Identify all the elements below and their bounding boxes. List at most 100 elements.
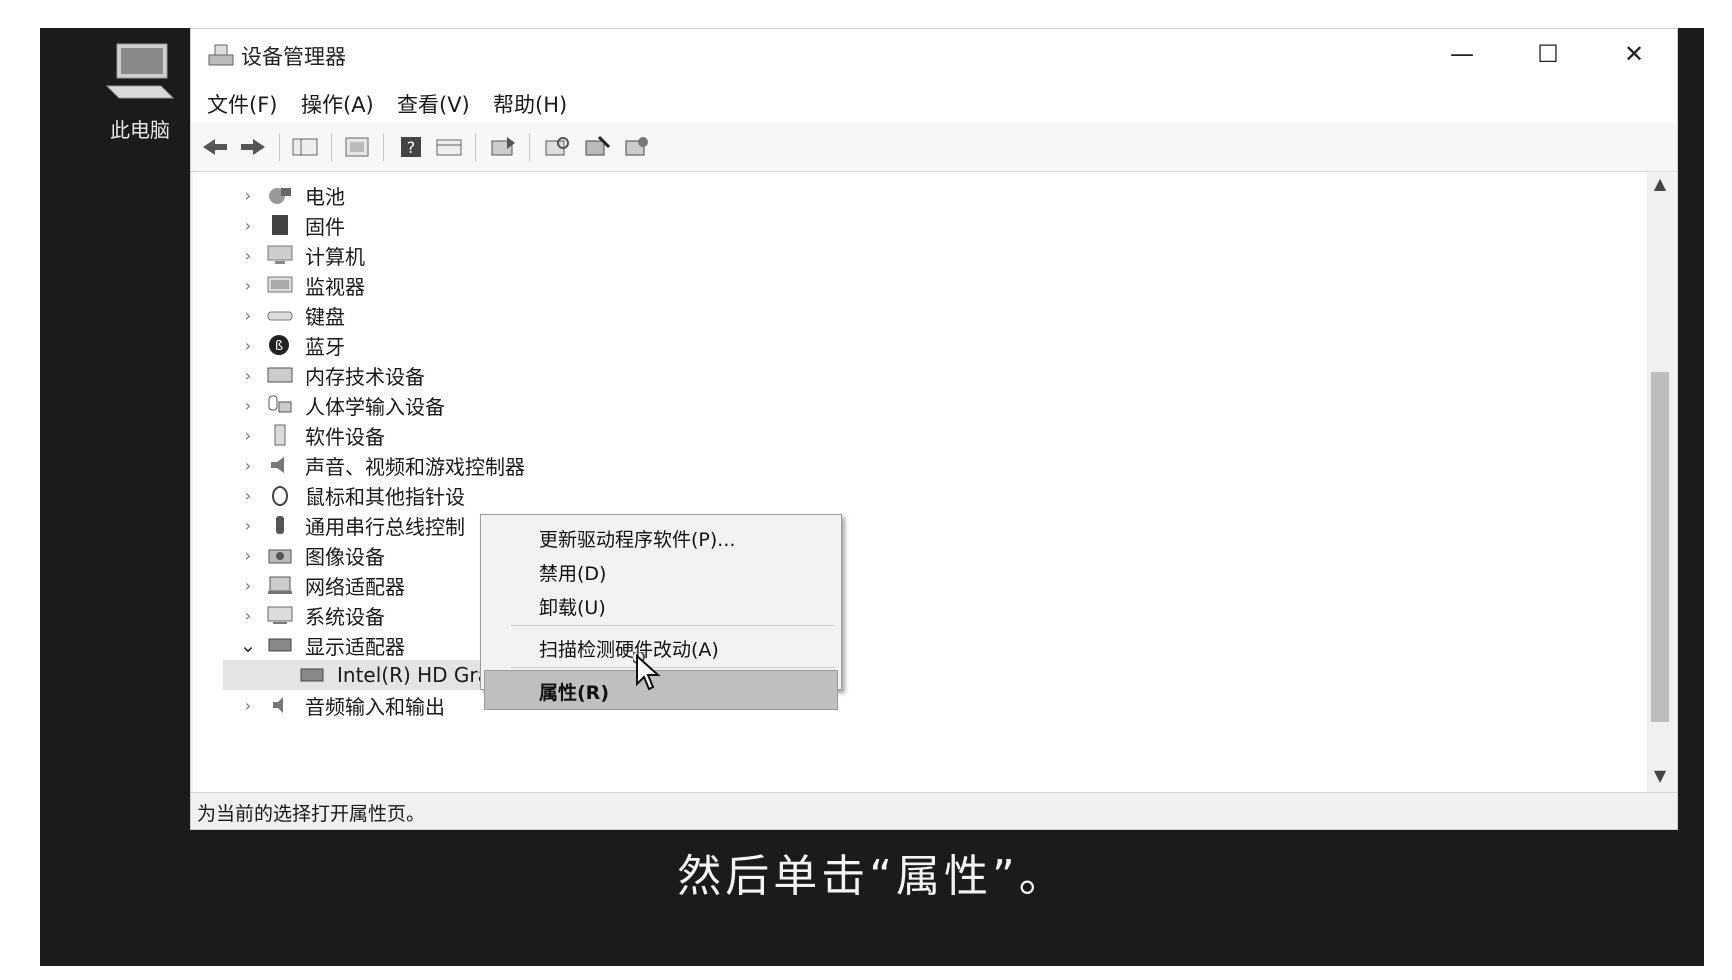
- expand-chevron-icon[interactable]: ›: [239, 366, 257, 385]
- tree-item-label: 人体学输入设备: [305, 394, 445, 419]
- this-pc-desktop-icon[interactable]: 此电脑: [75, 40, 205, 143]
- menu-file[interactable]: 文件(F): [207, 89, 277, 119]
- vertical-scrollbar[interactable]: ▲ ▼: [1647, 172, 1673, 792]
- window-title: 设备管理器: [241, 45, 346, 69]
- human-interface-icon: [267, 394, 293, 416]
- tree-item-label: 内存技术设备: [305, 364, 425, 389]
- menu-disable[interactable]: 禁用(D): [539, 559, 606, 586]
- toolbar-separator: [383, 133, 384, 161]
- system-device-icon: [267, 604, 293, 626]
- desktop-background: 此电脑 设备管理器 — ☐ ✕ 文件(F) 操作(A) 查看(V) 帮助(H): [40, 28, 1704, 966]
- desktop-icon-label: 此电脑: [110, 118, 170, 142]
- menu-action[interactable]: 操作(A): [301, 89, 374, 119]
- menu-view[interactable]: 查看(V): [397, 89, 470, 119]
- properties-icon[interactable]: [341, 132, 373, 162]
- scroll-up-icon[interactable]: ▲: [1647, 174, 1673, 198]
- expand-chevron-icon[interactable]: ›: [239, 426, 257, 445]
- back-arrow-icon[interactable]: [199, 132, 231, 162]
- disable-device-icon[interactable]: [581, 132, 613, 162]
- expand-chevron-icon[interactable]: ›: [239, 276, 257, 295]
- expand-chevron-icon[interactable]: ›: [239, 486, 257, 505]
- speaker-icon: [267, 454, 293, 476]
- speaker-icon: [267, 694, 293, 716]
- close-button[interactable]: ✕: [1591, 29, 1677, 79]
- menu-scan-hardware[interactable]: 扫描检测硬件改动(A): [539, 635, 719, 662]
- menu-uninstall[interactable]: 卸载(U): [539, 593, 606, 620]
- help-icon[interactable]: ?: [395, 132, 427, 162]
- show-hide-tree-icon[interactable]: [289, 132, 321, 162]
- mouse-icon: [267, 484, 293, 506]
- camera-icon: [267, 544, 293, 566]
- display-adapter-icon: [267, 634, 293, 656]
- update-driver-icon[interactable]: [487, 132, 519, 162]
- keyboard-icon: [267, 304, 293, 326]
- tree-item-label: 鼠标和其他指针设: [305, 484, 465, 509]
- menu-help[interactable]: 帮助(H): [493, 89, 567, 119]
- expand-chevron-icon[interactable]: ›: [239, 246, 257, 265]
- expand-chevron-icon[interactable]: ›: [239, 396, 257, 415]
- minimize-button[interactable]: —: [1419, 29, 1505, 79]
- expand-chevron-icon[interactable]: ›: [239, 696, 257, 715]
- scrollbar-thumb[interactable]: [1651, 372, 1669, 722]
- toolbar-separator: [331, 133, 332, 161]
- usb-icon: [267, 514, 293, 536]
- maximize-button[interactable]: ☐: [1505, 29, 1591, 79]
- svg-text:ß: ß: [275, 339, 283, 354]
- computer-icon: [103, 40, 177, 108]
- status-text: 为当前的选择打开属性页。: [197, 803, 426, 825]
- menu-bar: 文件(F) 操作(A) 查看(V) 帮助(H): [191, 81, 1677, 124]
- expand-chevron-icon[interactable]: ›: [239, 516, 257, 535]
- tree-item-label: 计算机: [305, 244, 365, 269]
- device-tree: › 电池 › 固件 › 计算机 › 监视器 › 键盘 › ß 蓝牙 › 内存技术…: [193, 172, 1649, 792]
- forward-arrow-icon[interactable]: [237, 132, 269, 162]
- tree-item-label: 蓝牙: [305, 334, 345, 359]
- tree-item-label: 软件设备: [305, 424, 385, 449]
- display-adapter-icon: [299, 664, 325, 686]
- collapse-chevron-icon[interactable]: ⌄: [239, 633, 257, 657]
- tree-item-label: 固件: [305, 214, 345, 239]
- expand-chevron-icon[interactable]: ›: [239, 606, 257, 625]
- toolbar-separator: [475, 133, 476, 161]
- bluetooth-icon: ß: [267, 334, 293, 356]
- device-manager-window: 设备管理器 — ☐ ✕ 文件(F) 操作(A) 查看(V) 帮助(H) ? › …: [190, 28, 1678, 830]
- tree-item-label: 音频输入和输出: [305, 694, 445, 719]
- software-device-icon: [267, 424, 293, 446]
- toolbar-separator: [529, 133, 530, 161]
- video-subtitle: 然后单击“属性”。: [677, 851, 1067, 902]
- scan-hardware-icon[interactable]: [541, 132, 573, 162]
- expand-chevron-icon[interactable]: ›: [239, 216, 257, 235]
- expand-chevron-icon[interactable]: ›: [239, 456, 257, 475]
- menu-properties-label: 属性(R): [539, 682, 609, 704]
- expand-chevron-icon[interactable]: ›: [239, 576, 257, 595]
- toolbar: ?: [191, 123, 1677, 172]
- tree-item-label: 系统设备: [305, 604, 385, 629]
- tree-item-label: 图像设备: [305, 544, 385, 569]
- menu-separator: [511, 667, 835, 668]
- svg-text:?: ?: [407, 138, 416, 157]
- tree-item-label: 键盘: [305, 304, 345, 329]
- status-bar: 为当前的选择打开属性页。: [191, 792, 1677, 829]
- expand-chevron-icon[interactable]: ›: [239, 306, 257, 325]
- toolbar-separator: [279, 133, 280, 161]
- menu-separator: [511, 625, 835, 626]
- tree-item-label: 通用串行总线控制: [305, 514, 465, 539]
- tree-item-label: 声音、视频和游戏控制器: [305, 454, 525, 479]
- title-bar: 设备管理器 — ☐ ✕: [191, 29, 1677, 81]
- expand-chevron-icon[interactable]: ›: [239, 546, 257, 565]
- scroll-down-icon[interactable]: ▼: [1647, 766, 1673, 790]
- mouse-cursor-icon: [631, 650, 663, 692]
- battery-icon: [267, 184, 293, 206]
- uninstall-device-icon[interactable]: [621, 132, 653, 162]
- monitor-icon: [267, 274, 293, 296]
- view-icon[interactable]: [433, 132, 465, 162]
- expand-chevron-icon[interactable]: ›: [239, 186, 257, 205]
- network-adapter-icon: [267, 574, 293, 596]
- tree-item-label: 网络适配器: [305, 574, 405, 599]
- tree-item-label: 显示适配器: [305, 634, 405, 659]
- expand-chevron-icon[interactable]: ›: [239, 336, 257, 355]
- computer-icon: [267, 244, 293, 266]
- tree-item-label: 监视器: [305, 274, 365, 299]
- menu-update-driver[interactable]: 更新驱动程序软件(P)...: [539, 525, 735, 552]
- memory-icon: [267, 364, 293, 386]
- firmware-icon: [267, 214, 293, 236]
